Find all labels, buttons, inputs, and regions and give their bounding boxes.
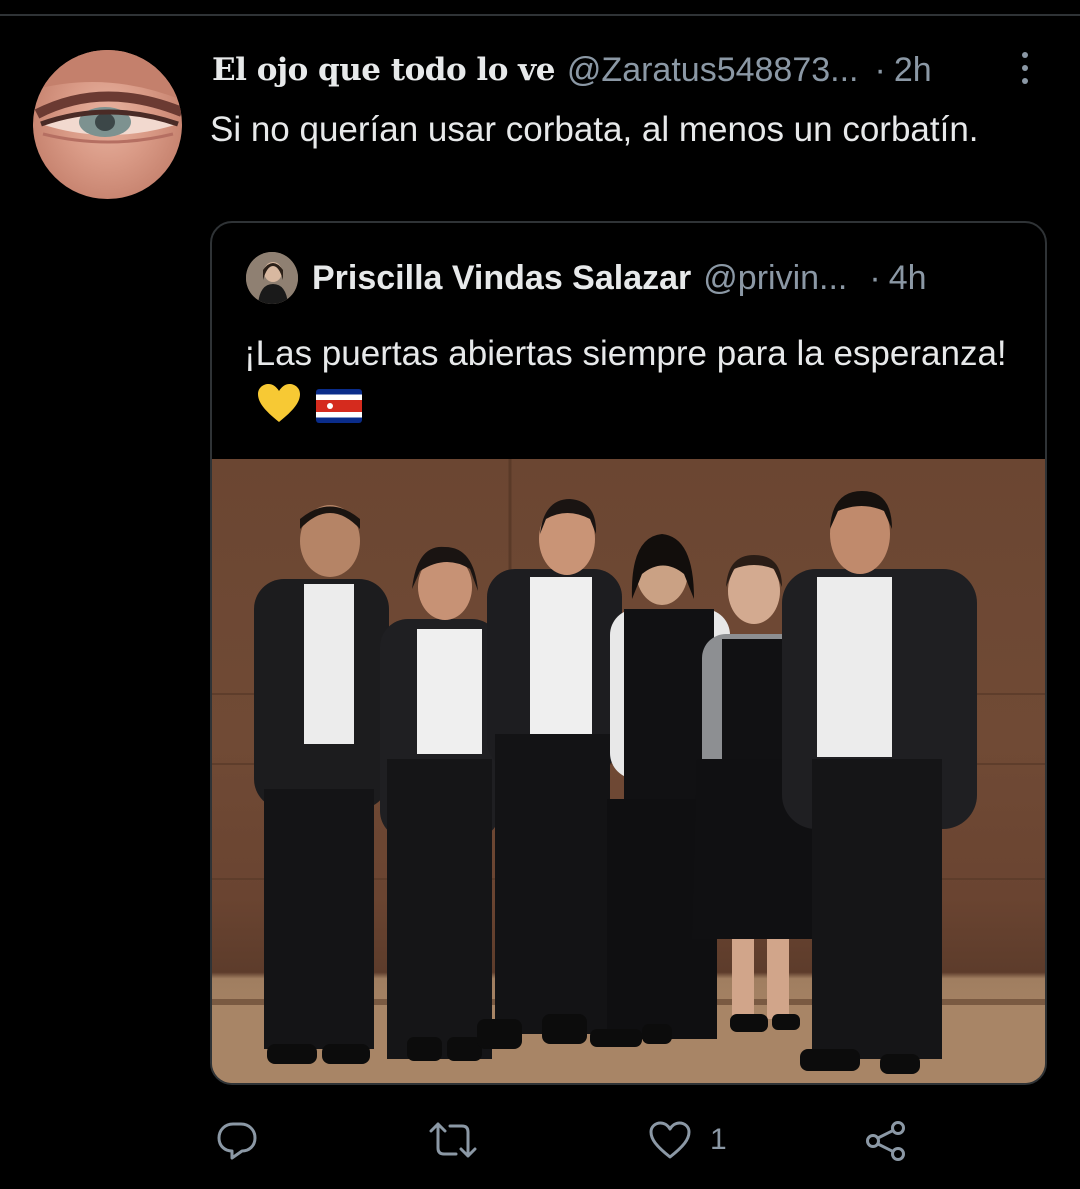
quoted-tweet-text: ¡Las puertas abiertas siempre para la es… — [244, 334, 1007, 373]
like-button[interactable]: 1 — [648, 1120, 727, 1160]
quoted-tweet-photo[interactable] — [212, 459, 1045, 1083]
author-avatar[interactable] — [33, 50, 182, 199]
top-divider — [0, 14, 1080, 16]
group-photo-image — [212, 459, 1045, 1083]
author-handle[interactable]: @Zaratus548873... — [567, 51, 859, 90]
quoted-author-display-name[interactable]: Priscilla Vindas Salazar — [312, 259, 691, 298]
retweet-icon — [429, 1122, 477, 1158]
time-separator: · — [874, 50, 886, 89]
author-display-name[interactable]: El ojo que todo lo ve — [212, 52, 555, 88]
quoted-tweet-time[interactable]: 4h — [889, 259, 927, 298]
tweet-time[interactable]: 2h — [894, 51, 932, 90]
like-icon — [649, 1121, 691, 1159]
quoted-author-avatar[interactable] — [246, 252, 298, 304]
quoted-tweet-text-block: ¡Las puertas abiertas siempre para la es… — [244, 326, 1024, 441]
quoted-tweet-header: Priscilla Vindas Salazar @privin... · 4h — [246, 251, 1036, 305]
tweet-action-bar: 1 — [0, 1110, 1080, 1170]
tweet-text: Si no querían usar corbata, al menos un … — [210, 110, 979, 149]
retweet-button[interactable] — [428, 1120, 478, 1160]
eye-closeup-avatar-icon — [33, 50, 182, 144]
share-icon — [866, 1121, 905, 1161]
tweet-header: El ojo que todo lo ve @Zaratus548873... … — [212, 48, 1042, 92]
reply-icon — [217, 1122, 257, 1160]
quoted-tweet-card[interactable]: Priscilla Vindas Salazar @privin... · 4h… — [210, 221, 1047, 1085]
more-vertical-icon[interactable] — [1010, 50, 1040, 86]
yellow-heart-emoji-icon — [256, 382, 302, 441]
user-photo-avatar-icon — [246, 252, 298, 304]
costa-rica-flag-emoji-icon — [316, 384, 362, 440]
share-button[interactable] — [864, 1120, 908, 1162]
reply-button[interactable] — [216, 1120, 258, 1160]
quoted-time-separator: · — [869, 258, 881, 297]
quoted-author-handle[interactable]: @privin... — [703, 259, 847, 298]
like-count: 1 — [710, 1123, 727, 1156]
